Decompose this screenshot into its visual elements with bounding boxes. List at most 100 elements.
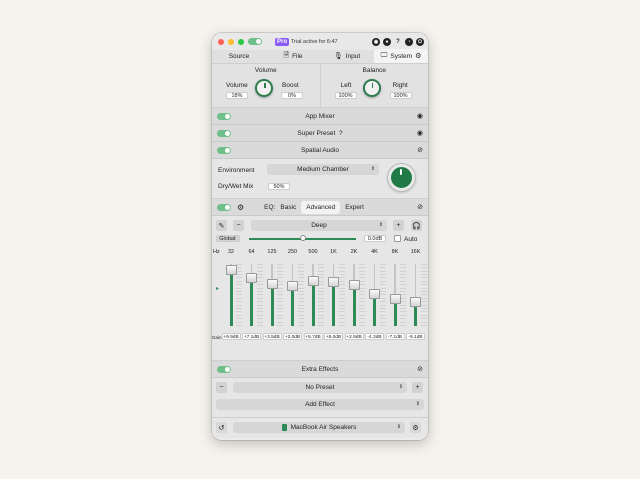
tab-input-label: Input: [345, 52, 361, 60]
updown-chevron-icon: ⇕: [396, 424, 401, 430]
global-label: Global:: [216, 235, 240, 242]
close-window-button[interactable]: [218, 38, 224, 45]
tab-input[interactable]: 🎙 Input: [320, 49, 374, 63]
balance-knob[interactable]: [362, 79, 381, 97]
effect-preset-select[interactable]: No Preset ⇕: [233, 382, 407, 393]
super-preset-title: Super Preset: [297, 129, 336, 137]
band-slider-thumb[interactable]: [266, 279, 278, 290]
environment-label: Environment: [218, 167, 255, 174]
band-scale-ticks: [420, 264, 427, 326]
eye-slash-icon[interactable]: ⊘: [417, 365, 423, 373]
add-effect-label: Add Effect: [305, 401, 335, 408]
volume-knob[interactable]: [255, 79, 273, 97]
eye-icon[interactable]: ◉: [417, 112, 423, 120]
eq-tab-basic[interactable]: Basic: [275, 201, 301, 214]
bypass-marker-icon: ▸: [216, 286, 220, 292]
band-slider-thumb[interactable]: [369, 288, 380, 299]
discord-icon[interactable]: ◉: [372, 37, 380, 46]
band-freq-label: 8K: [391, 249, 399, 255]
band-scale-ticks: [400, 264, 406, 326]
eye-slash-icon[interactable]: ⊘: [417, 146, 423, 154]
minimize-window-button[interactable]: [228, 38, 234, 45]
eq-toggle[interactable]: [217, 203, 231, 211]
band-freq-label: 500: [308, 249, 318, 255]
band-freq-label: 250: [287, 249, 298, 255]
updown-chevron-icon: ⇕: [378, 222, 383, 228]
hz-label: Hz: [213, 249, 220, 255]
extra-effects-row[interactable]: Extra Effects ⊘: [212, 361, 428, 378]
gauge-icon[interactable]: ◔: [405, 37, 413, 46]
eye-icon[interactable]: ◉: [417, 129, 423, 137]
add-effect-select[interactable]: Add Effect ⇕: [216, 399, 424, 410]
extra-effects-title: Extra Effects: [301, 365, 339, 373]
band-slider-thumb[interactable]: [246, 273, 257, 284]
super-preset-help-icon[interactable]: ?: [339, 130, 343, 137]
volume-balance-panel: Volume Volume 18% Boost 0% Balance Left …: [212, 64, 428, 108]
tab-system[interactable]: 🖵 System ⚙: [374, 49, 428, 63]
pro-badge[interactable]: Pro: [275, 37, 290, 46]
band-slider-thumb[interactable]: [307, 276, 319, 287]
add-preset-button[interactable]: +: [393, 220, 404, 231]
pencil-icon[interactable]: ✎: [216, 220, 227, 231]
tab-file-label: File: [292, 52, 303, 60]
extra-effects-panel: − No Preset ⇕ + Add Effect ⇕: [212, 378, 428, 418]
band-slider-fill: [250, 278, 253, 326]
account-icon[interactable]: ●: [383, 37, 391, 46]
boost-value: 0%: [281, 92, 303, 99]
band-slider-thumb[interactable]: [287, 280, 298, 291]
balance-left-label: Left: [340, 82, 352, 89]
tab-file[interactable]: 🗎 File: [266, 49, 320, 63]
output-bar: ↺ MacBook Air Speakers ⇕ ⚙: [212, 418, 428, 438]
global-gain-thumb[interactable]: [299, 235, 306, 241]
headphones-icon[interactable]: 🎧: [411, 220, 422, 231]
power-icon[interactable]: ⏻: [416, 37, 424, 46]
volume-label: Volume: [226, 82, 248, 89]
band-freq-label: 1K: [330, 249, 337, 255]
band-scale-ticks: [236, 264, 242, 326]
band-scale-ticks: [277, 264, 283, 326]
remove-preset-button[interactable]: −: [233, 220, 244, 231]
eq-tab-expert[interactable]: Expert: [340, 201, 369, 214]
balance-right-value: 100%: [389, 92, 412, 99]
volume-section: Volume Volume 18% Boost 0%: [212, 64, 320, 107]
band-scale-ticks: [379, 264, 386, 326]
eq-preset-select[interactable]: Deep ⇕: [251, 220, 387, 231]
drywet-knob[interactable]: [388, 164, 415, 191]
eye-slash-icon[interactable]: ⊘: [417, 203, 423, 211]
app-mixer-row[interactable]: App Mixer ◉: [212, 108, 428, 125]
balance-section: Balance Left 100% Right 100%: [319, 64, 429, 107]
band-scale-ticks: [359, 264, 365, 326]
gear-icon[interactable]: ⚙: [415, 52, 421, 60]
band-slider-thumb[interactable]: [410, 297, 421, 308]
volume-value: 18%: [226, 92, 248, 99]
gear-icon[interactable]: ⚙: [237, 203, 244, 212]
zoom-window-button[interactable]: [238, 38, 244, 45]
add-effect-preset-button[interactable]: +: [412, 382, 423, 393]
help-icon[interactable]: ?: [394, 38, 402, 46]
master-power-toggle[interactable]: [248, 38, 262, 45]
band-slider-fill: [229, 270, 233, 326]
reset-icon[interactable]: ↺: [216, 422, 227, 433]
remove-effect-preset-button[interactable]: −: [216, 382, 227, 393]
band-slider-fill: [270, 284, 274, 326]
spatial-audio-row[interactable]: Spatial Audio ⊘: [212, 142, 428, 159]
super-preset-row[interactable]: Super Preset ? ◉: [212, 125, 428, 142]
auto-checkbox[interactable]: [394, 235, 401, 242]
band-gain-value: +2.0dB: [283, 333, 302, 340]
band-slider-thumb[interactable]: [348, 280, 360, 291]
eq-tab-advanced[interactable]: Advanced: [301, 200, 341, 214]
band-freq-label: 2K: [350, 249, 358, 255]
updown-chevron-icon: ⇕: [415, 401, 420, 407]
band-slider-thumb[interactable]: [389, 293, 401, 304]
gear-icon[interactable]: ⚙: [410, 422, 421, 433]
auto-label: Auto: [404, 236, 418, 243]
band-freq-label: 16K: [410, 249, 421, 255]
band-freq-label: 32: [227, 249, 235, 255]
band-slider-thumb[interactable]: [328, 276, 339, 287]
speaker-icon: [281, 423, 287, 431]
band-scale-ticks: [297, 264, 304, 326]
output-device-select[interactable]: MacBook Air Speakers ⇕: [233, 422, 405, 433]
environment-select[interactable]: Medium Chamber ⇕: [267, 164, 379, 175]
band-slider-thumb[interactable]: [225, 265, 237, 276]
tab-source[interactable]: Source: [212, 49, 266, 63]
